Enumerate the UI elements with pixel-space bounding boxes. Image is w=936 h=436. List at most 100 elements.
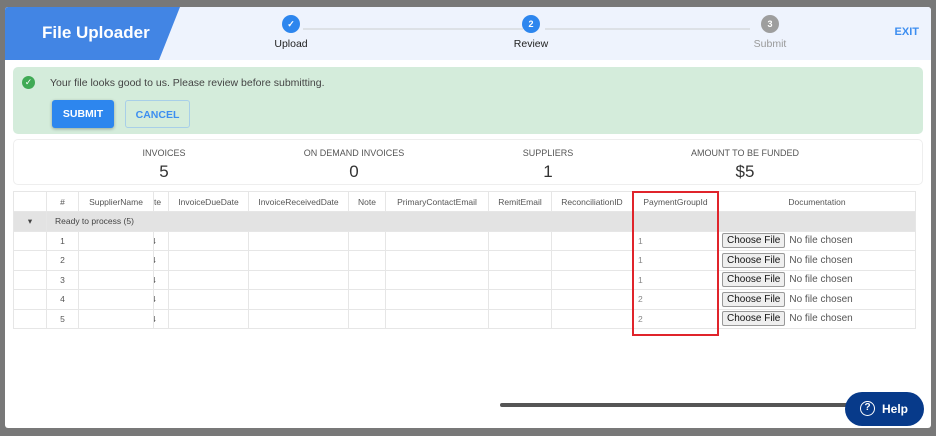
column-header-blank: [13, 191, 47, 212]
check-circle-icon: ✓: [22, 76, 35, 89]
no-file-label: No file chosen: [789, 274, 853, 286]
stat-invoices: INVOICES 5: [84, 148, 244, 182]
cell: [348, 289, 386, 310]
cell: [168, 230, 249, 251]
cell: [488, 308, 552, 329]
stat-value: $5: [735, 162, 755, 181]
app-title: File Uploader: [42, 23, 150, 42]
truncated-cell: 4: [153, 250, 169, 271]
stat-label: INVOICES: [142, 148, 186, 158]
table-row: 442Choose FileNo file chosen: [13, 289, 916, 310]
cell: [488, 269, 552, 290]
row-cell: [13, 250, 47, 271]
supplier-name-cell: [78, 308, 154, 329]
column-header[interactable]: InvoiceReceivedDate: [248, 191, 349, 212]
cell: [168, 308, 249, 329]
supplier-name-cell: [78, 269, 154, 290]
question-icon: ?: [860, 401, 875, 416]
choose-file-button[interactable]: Choose File: [722, 311, 786, 327]
cell: [551, 250, 633, 271]
truncated-cell: 4: [153, 269, 169, 290]
stepper-line: [545, 28, 750, 30]
file-uploader-modal: File Uploader ✓ Upload 2 Review 3 Submit…: [5, 7, 931, 428]
cell: [248, 289, 349, 310]
row-number: 2: [46, 250, 79, 271]
success-alert: ✓ Your file looks good to us. Please rev…: [13, 67, 923, 134]
stepper-line: [303, 28, 523, 30]
column-header[interactable]: Note: [348, 191, 386, 212]
row-number: 3: [46, 269, 79, 290]
cancel-button[interactable]: CANCEL: [125, 100, 190, 128]
choose-file-button[interactable]: Choose File: [722, 272, 786, 288]
column-header[interactable]: InvoiceDueDate: [168, 191, 249, 212]
cell: [385, 269, 489, 290]
stat-label: AMOUNT TO BE FUNDED: [690, 148, 799, 158]
truncated-cell: 4: [153, 308, 169, 329]
table-row: 542Choose FileNo file chosen: [13, 308, 916, 329]
row-number: 5: [46, 308, 79, 329]
cell: [385, 289, 489, 310]
column-header[interactable]: RemitEmail: [488, 191, 552, 212]
supplier-name-cell: [78, 289, 154, 310]
stat-label: ON DEMAND INVOICES: [303, 148, 405, 158]
cell: [488, 250, 552, 271]
choose-file-button[interactable]: Choose File: [722, 233, 786, 249]
supplier-name-cell: [78, 230, 154, 251]
highlight-box: [632, 191, 719, 336]
step-upload: ✓ Upload: [251, 15, 331, 50]
documentation-cell: Choose File No file chosen: [718, 289, 916, 310]
cell: [248, 230, 349, 251]
documentation-cell: Choose File No file chosen: [718, 269, 916, 290]
column-header[interactable]: #: [46, 191, 79, 212]
step-label: Submit: [753, 38, 787, 50]
stat-value: 1: [543, 162, 553, 181]
cell: [248, 250, 349, 271]
column-header[interactable]: Documentation: [718, 191, 916, 212]
table-row: 241Choose FileNo file chosen: [13, 250, 916, 271]
horizontal-scrollbar[interactable]: [500, 403, 855, 407]
stat-suppliers: SUPPLIERS 1: [468, 148, 628, 182]
cell: [168, 250, 249, 271]
column-header[interactable]: te: [153, 191, 169, 212]
documentation-cell: Choose File No file chosen: [718, 308, 916, 329]
column-header[interactable]: PrimaryContactEmail: [385, 191, 489, 212]
header-row: # SupplierName te InvoiceDueDate InvoiceRece…: [13, 191, 916, 212]
documentation-cell: Choose File No file chosen: [718, 230, 916, 251]
no-file-label: No file chosen: [789, 293, 853, 305]
no-file-label: No file chosen: [789, 313, 853, 325]
summary-stats: INVOICES 5 ON DEMAND INVOICES 0 SUPPLIERS 1…: [13, 139, 923, 185]
step-review: 2 Review: [491, 15, 571, 50]
alert-message: Your file looks good to us. Please revie…: [50, 77, 325, 89]
exit-button[interactable]: EXIT: [895, 26, 919, 38]
row-number: 4: [46, 289, 79, 310]
no-file-label: No file chosen: [789, 254, 853, 266]
stat-value: 5: [159, 162, 169, 181]
cell: [551, 289, 633, 310]
cell: [348, 308, 386, 329]
column-header[interactable]: SupplierName: [78, 191, 154, 212]
stat-amount: AMOUNT TO BE FUNDED $5: [665, 148, 825, 182]
truncated-cell: 4: [153, 230, 169, 251]
cell: [248, 308, 349, 329]
table-row: 341Choose FileNo file chosen: [13, 269, 916, 290]
cell: [551, 269, 633, 290]
table-row: 141Choose FileNo file chosen: [13, 230, 916, 251]
row-cell: [13, 269, 47, 290]
supplier-name-cell: [78, 250, 154, 271]
choose-file-button[interactable]: Choose File: [722, 291, 786, 307]
choose-file-button[interactable]: Choose File: [722, 252, 786, 268]
check-icon: ✓: [282, 15, 300, 33]
documentation-cell: Choose File No file chosen: [718, 250, 916, 271]
step-number: 3: [761, 15, 779, 33]
brand: File Uploader: [5, 7, 180, 60]
truncated-cell: 4: [153, 289, 169, 310]
group-row[interactable]: ▾ Ready to process (5): [13, 211, 916, 232]
column-header[interactable]: ReconciliationID: [551, 191, 633, 212]
caret-down-icon[interactable]: ▾: [13, 211, 47, 232]
cell: [385, 308, 489, 329]
help-button[interactable]: ? Help: [845, 392, 924, 426]
submit-button[interactable]: SUBMIT: [52, 100, 114, 128]
step-label: Review: [513, 38, 549, 50]
stat-on-demand: ON DEMAND INVOICES 0: [274, 148, 434, 182]
cell: [168, 269, 249, 290]
